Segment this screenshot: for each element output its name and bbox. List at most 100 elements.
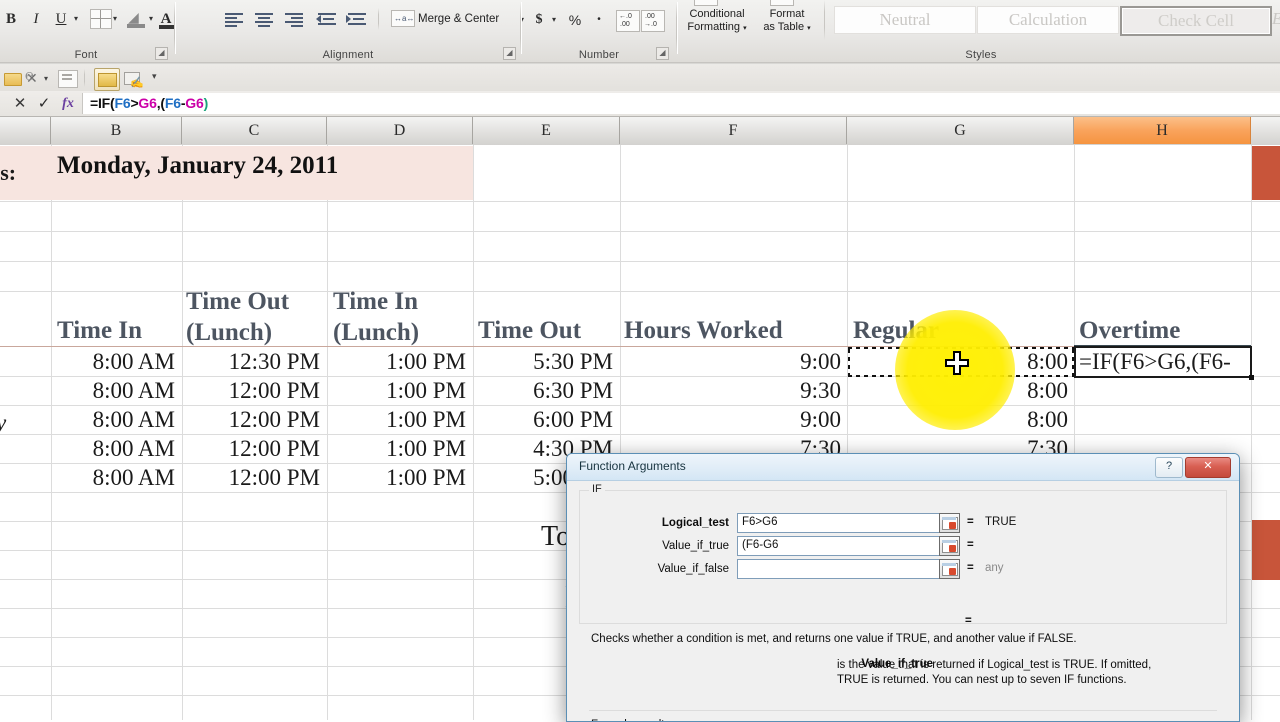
increase-indent-icon[interactable]	[345, 10, 369, 30]
value-if-true-collapse-button[interactable]	[939, 536, 960, 556]
comma-style-button[interactable]: •	[590, 10, 608, 30]
selected-cell-border[interactable]	[1074, 346, 1252, 378]
cell-G7[interactable]: 8:00	[847, 378, 1068, 404]
cell-B6[interactable]: 8:00 AM	[51, 349, 175, 375]
row-header-corner[interactable]	[0, 117, 51, 144]
value-if-false-collapse-button[interactable]	[939, 559, 960, 579]
underline-button[interactable]: U	[50, 8, 72, 30]
cell-D8[interactable]: 1:00 PM	[327, 407, 466, 433]
cell-D7[interactable]: 1:00 PM	[327, 378, 466, 404]
paste-special-icon[interactable]	[58, 70, 78, 88]
style-check-cell[interactable]: Check Cell	[1120, 6, 1272, 36]
cell-E7[interactable]: 6:30 PM	[473, 378, 613, 404]
cell-F6[interactable]: 9:00	[620, 349, 841, 375]
open-icon[interactable]	[4, 69, 22, 86]
cell-C6[interactable]: 12:30 PM	[182, 349, 320, 375]
cell-C8[interactable]: 12:00 PM	[182, 407, 320, 433]
decrease-indent-icon[interactable]	[315, 10, 339, 30]
customize-qat-icon[interactable]: ▾	[152, 71, 157, 82]
borders-icon[interactable]	[90, 9, 112, 29]
cell-E6[interactable]: 5:30 PM	[473, 349, 613, 375]
format-painter-dropdown-icon[interactable]: ▾	[44, 74, 48, 83]
column-header-C[interactable]: C	[182, 117, 327, 144]
fill-color-icon[interactable]: ◢	[127, 8, 147, 30]
macro-icon[interactable]: ✍	[124, 70, 142, 87]
conditional-formatting-button[interactable]: Conditional Formatting ▾	[682, 8, 752, 35]
conditional-formatting-dropdown-icon[interactable]: ▾	[743, 25, 747, 32]
align-right-icon[interactable]	[282, 10, 306, 30]
number-dialog-launcher[interactable]: ◢	[656, 47, 669, 60]
value-if-false-input[interactable]	[737, 559, 945, 579]
cell-B9[interactable]: 8:00 AM	[51, 436, 175, 462]
column-header-F[interactable]: F	[620, 117, 847, 144]
cell-C7[interactable]: 12:00 PM	[182, 378, 320, 404]
column-header-I[interactable]	[1251, 117, 1280, 144]
align-left-icon[interactable]	[222, 10, 246, 30]
style-neutral[interactable]: Neutral	[834, 6, 976, 34]
insert-function-icon[interactable]: fx	[58, 94, 78, 113]
dialog-title-bar[interactable]: Function Arguments ? ✕	[567, 454, 1239, 481]
cell-E8[interactable]: 6:00 PM	[473, 407, 613, 433]
table-header-time-in-lunch-line1: Time In	[333, 288, 418, 315]
alignment-dialog-launcher[interactable]: ◢	[503, 47, 516, 60]
cell-F8[interactable]: 9:00	[620, 407, 841, 433]
decrease-decimal-icon[interactable]: .00 →.0	[641, 10, 665, 32]
column-header-H[interactable]: H	[1074, 117, 1251, 144]
format-as-table-dropdown-icon[interactable]: ▾	[807, 25, 811, 32]
align-center-icon[interactable]	[252, 10, 276, 30]
cell-D10[interactable]: 1:00 PM	[327, 465, 466, 491]
value-if-true-label: Value_if_true	[593, 540, 729, 552]
increase-decimal-icon[interactable]: ←.0 .00	[616, 10, 640, 32]
merge-center-icon[interactable]: ↔a↔	[391, 10, 415, 27]
function-arguments-dialog[interactable]: Function Arguments ? ✕ IF Logical_test F…	[566, 453, 1240, 722]
format-as-table-button[interactable]: Format as Table ▾	[756, 8, 818, 35]
cell-G8[interactable]: 8:00	[847, 407, 1068, 433]
fill-handle[interactable]	[1249, 375, 1254, 380]
borders-dropdown-icon[interactable]: ▾	[113, 15, 117, 23]
cell-B10[interactable]: 8:00 AM	[51, 465, 175, 491]
cell-C10[interactable]: 12:00 PM	[182, 465, 320, 491]
cancel-formula-icon[interactable]: ✕	[10, 94, 30, 113]
value-if-true-input[interactable]: (F6-G6	[737, 536, 945, 556]
cell-B8[interactable]: 8:00 AM	[51, 407, 175, 433]
cell-D6[interactable]: 1:00 PM	[327, 349, 466, 375]
merge-center-label[interactable]: Merge & Center	[418, 13, 499, 25]
currency-button[interactable]: $	[530, 10, 548, 30]
gridline	[0, 201, 1280, 202]
column-header-E[interactable]: E	[473, 117, 620, 144]
style-calculation[interactable]: Calculation	[977, 6, 1119, 34]
ribbon-group-styles: Conditional Formatting ▾ Format as Table…	[682, 0, 1280, 62]
cell-B7[interactable]: 8:00 AM	[51, 378, 175, 404]
underline-dropdown-icon[interactable]: ▾	[74, 15, 78, 23]
font-dialog-launcher[interactable]: ◢	[155, 47, 168, 60]
dialog-help-button[interactable]: ?	[1155, 457, 1183, 478]
title-row-value[interactable]: Monday, January 24, 2011	[57, 152, 338, 180]
style-explanatory[interactable]: Explana	[1272, 6, 1280, 32]
logical-test-collapse-button[interactable]	[939, 513, 960, 533]
value-if-false-label: Value_if_false	[593, 563, 729, 575]
enter-formula-icon[interactable]: ✓	[34, 94, 54, 113]
cell-F7[interactable]: 9:30	[620, 378, 841, 404]
italic-button[interactable]: I	[25, 8, 47, 30]
currency-dropdown-icon[interactable]: ▾	[552, 16, 556, 24]
quick-access-toolbar: ✕ ℮ ▾ ✍ ▾	[0, 65, 1280, 92]
formula-input[interactable]: =IF(F6>G6,(F6-G6)	[82, 93, 1280, 114]
percent-button[interactable]: %	[566, 10, 584, 30]
font-color-icon[interactable]: A	[158, 8, 174, 30]
folder-icon[interactable]	[94, 68, 120, 91]
formula-part-0: =IF(	[90, 95, 114, 111]
cell-D9[interactable]: 1:00 PM	[327, 436, 466, 462]
table-header-time-in: Time In	[57, 317, 142, 345]
conditional-formatting-icon[interactable]	[694, 0, 718, 6]
value-if-true-value: (F6-G6	[742, 539, 778, 551]
column-header-D[interactable]: D	[327, 117, 473, 144]
dialog-close-button[interactable]: ✕	[1185, 457, 1231, 478]
column-header-G[interactable]: G	[847, 117, 1074, 144]
arg-help-text: is the value that is returned if Logical…	[837, 658, 1177, 688]
bold-button[interactable]: B	[0, 8, 22, 30]
cell-C9[interactable]: 12:00 PM	[182, 436, 320, 462]
format-as-table-icon[interactable]	[770, 0, 794, 6]
logical-test-input[interactable]: F6>G6	[737, 513, 945, 533]
fill-color-dropdown-icon[interactable]: ▾	[149, 15, 153, 23]
column-header-B[interactable]: B	[51, 117, 182, 144]
